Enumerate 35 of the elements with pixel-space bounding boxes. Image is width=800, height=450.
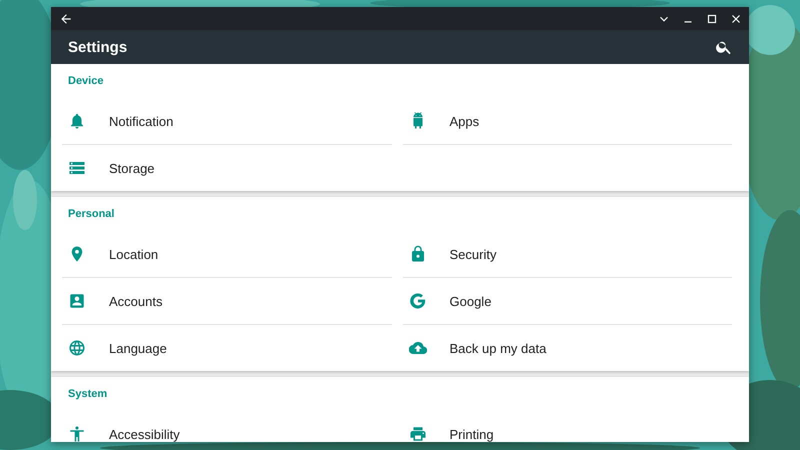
globe-icon (68, 339, 86, 357)
item-label: Accessibility (109, 426, 180, 442)
cloud-upload-icon (408, 339, 426, 357)
settings-item[interactable]: Google (402, 278, 732, 325)
settings-item[interactable]: Location (62, 231, 392, 278)
settings-item[interactable]: Back up my data (402, 325, 732, 371)
section-header: Personal (67, 207, 116, 222)
settings-item[interactable]: Storage (62, 145, 392, 191)
item-label: Notification (109, 114, 174, 128)
item-label: Location (109, 246, 158, 262)
item-label: Accounts (109, 294, 162, 308)
item-label: Language (109, 340, 167, 356)
item-label: Back up my data (450, 340, 546, 356)
section-header: Device (67, 74, 104, 89)
item-label: Storage (109, 160, 155, 176)
settings-item[interactable]: Notification (62, 98, 392, 145)
accessibility-icon (68, 425, 86, 442)
settings-item[interactable]: Accessibility (62, 411, 392, 442)
item-label: Apps (450, 114, 480, 128)
item-label: Security (450, 246, 496, 262)
settings-item[interactable]: Security (402, 231, 732, 278)
section-header: System (67, 387, 108, 402)
printer-icon (408, 425, 426, 442)
back-arrow-icon[interactable] (59, 12, 73, 26)
bell-icon (68, 112, 86, 130)
list-icon (68, 159, 86, 177)
settings-item[interactable]: Printing (402, 411, 732, 442)
item-label: Google (450, 294, 492, 308)
settings-item[interactable]: Apps (402, 98, 732, 145)
item-label: Printing (450, 426, 494, 442)
window-title: Settings (68, 38, 128, 56)
settings-item[interactable]: Language (62, 325, 392, 371)
g-letter-icon (408, 292, 426, 310)
person-card-icon (68, 292, 86, 310)
settings-item[interactable]: Accounts (62, 278, 392, 325)
